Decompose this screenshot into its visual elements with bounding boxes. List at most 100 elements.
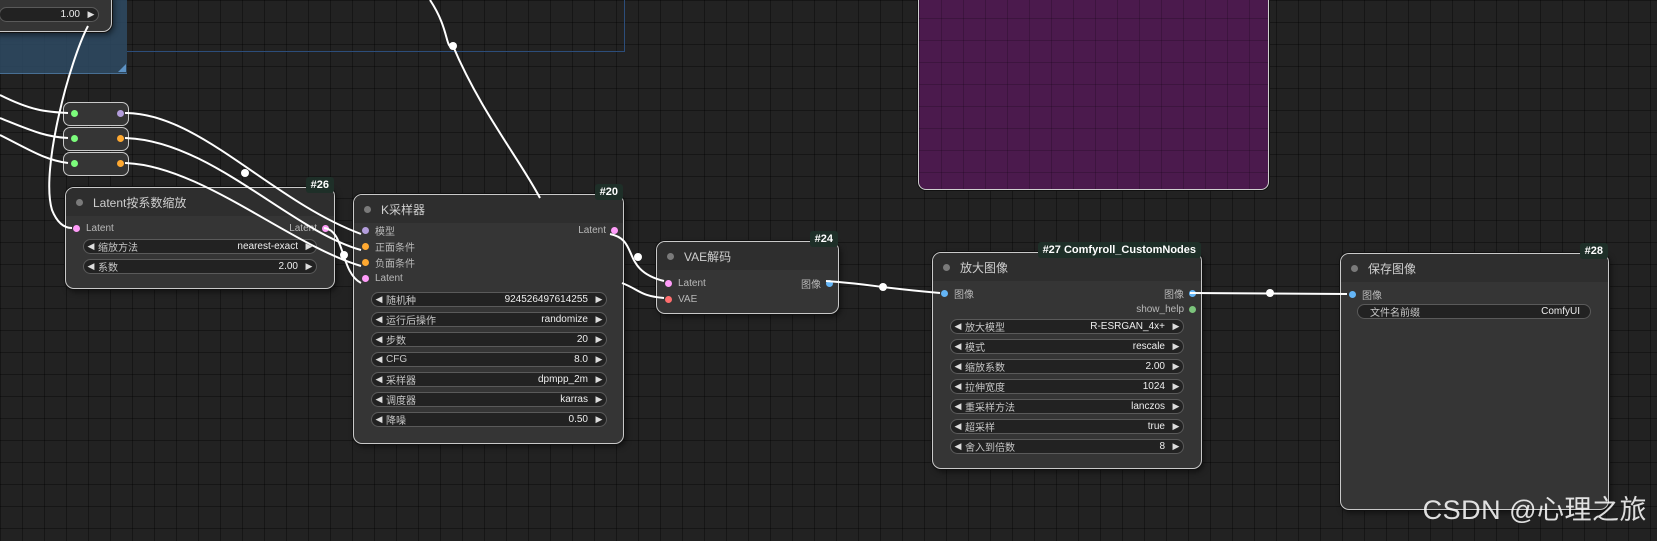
arrow-left-icon[interactable]: ◀ bbox=[951, 341, 965, 352]
widget-3[interactable]: ◀ CFG 8.0 ▶ bbox=[371, 352, 607, 367]
input-positive[interactable]: 正面条件 bbox=[362, 239, 415, 254]
widget-5[interactable]: ◀ 超采样 true ▶ bbox=[950, 419, 1184, 434]
output-latent[interactable]: Latent bbox=[289, 221, 329, 235]
input-vae[interactable]: VAE bbox=[665, 292, 697, 306]
arrow-right-icon[interactable]: ▶ bbox=[1169, 441, 1183, 452]
arrow-left-icon[interactable]: ◀ bbox=[951, 401, 965, 412]
node-title-bar[interactable]: 保存图像 bbox=[1341, 254, 1608, 282]
node-title-bar[interactable]: Latent按系数缩放 bbox=[66, 188, 334, 216]
widget-2[interactable]: ◀ 缩放系数 2.00 ▶ bbox=[950, 359, 1184, 374]
conditioning-pin[interactable] bbox=[362, 258, 369, 266]
widget-6[interactable]: ◀ 舍入到倍数 8 ▶ bbox=[950, 439, 1184, 454]
arrow-right-icon[interactable]: ▶ bbox=[1169, 381, 1183, 392]
widget-1[interactable]: ◀ 模式 rescale ▶ bbox=[950, 339, 1184, 354]
output-image[interactable]: 图像 bbox=[1164, 286, 1196, 301]
widget-scale-by[interactable]: ◀ 系数 2.00 ▶ bbox=[83, 259, 317, 274]
image-pin[interactable] bbox=[1349, 290, 1356, 298]
node-partial-topleft[interactable]: 1.00 ▶ bbox=[0, 0, 112, 32]
arrow-right-icon[interactable]: ▶ bbox=[592, 334, 606, 345]
reroute-input-pin[interactable] bbox=[71, 110, 78, 117]
reroute-output-pin[interactable] bbox=[117, 135, 124, 142]
reroute-node-positive[interactable] bbox=[63, 127, 129, 151]
collapse-dot-icon[interactable] bbox=[76, 198, 83, 206]
input-model[interactable]: 模型 bbox=[362, 223, 395, 238]
arrow-right-icon[interactable]: ▶ bbox=[302, 261, 316, 272]
arrow-right-icon[interactable]: ▶ bbox=[592, 314, 606, 325]
collapse-dot-icon[interactable] bbox=[1351, 264, 1358, 272]
group-purple[interactable] bbox=[918, 0, 1269, 190]
arrow-left-icon[interactable]: ◀ bbox=[951, 321, 965, 332]
arrow-right-icon[interactable]: ▶ bbox=[1169, 361, 1183, 372]
widget-top-value[interactable]: 1.00 ▶ bbox=[0, 7, 99, 22]
widget-5[interactable]: ◀ 调度器 karras ▶ bbox=[371, 392, 607, 407]
output-latent[interactable]: Latent bbox=[578, 223, 618, 237]
arrow-left-icon[interactable]: ◀ bbox=[951, 381, 965, 392]
latent-pin[interactable] bbox=[322, 224, 329, 232]
reroute-output-pin[interactable] bbox=[117, 110, 124, 117]
arrow-right-icon[interactable]: ▶ bbox=[1169, 421, 1183, 432]
image-pin[interactable] bbox=[941, 289, 948, 297]
node-title-bar[interactable]: K采样器 bbox=[354, 195, 623, 223]
input-latent[interactable]: Latent bbox=[73, 221, 114, 235]
arrow-left-icon[interactable]: ◀ bbox=[372, 294, 386, 305]
arrow-right-icon[interactable]: ▶ bbox=[592, 414, 606, 425]
widget-0[interactable]: ◀ 随机种 924526497614255 ▶ bbox=[371, 292, 607, 307]
widget-4[interactable]: ◀ 采样器 dpmpp_2m ▶ bbox=[371, 372, 607, 387]
widget-3[interactable]: ◀ 拉伸宽度 1024 ▶ bbox=[950, 379, 1184, 394]
string-pin[interactable] bbox=[1189, 305, 1196, 313]
arrow-left-icon[interactable]: ◀ bbox=[372, 414, 386, 425]
arrow-left-icon[interactable]: ◀ bbox=[372, 374, 386, 385]
input-latent[interactable]: Latent bbox=[665, 276, 706, 290]
reroute-output-pin[interactable] bbox=[117, 160, 124, 167]
arrow-right-icon[interactable]: ▶ bbox=[592, 294, 606, 305]
node-upscale-image[interactable]: #27 Comfyroll_CustomNodes 放大图像 图像 图像 sho… bbox=[932, 242, 1202, 469]
node-save-image[interactable]: #28 保存图像 图像 文件名前缀 ComfyUI bbox=[1340, 243, 1609, 510]
output-image[interactable]: 图像 bbox=[801, 276, 833, 291]
latent-pin[interactable] bbox=[73, 224, 80, 232]
image-pin[interactable] bbox=[826, 279, 833, 287]
arrow-left-icon[interactable]: ◀ bbox=[951, 361, 965, 372]
reroute-node-model[interactable] bbox=[63, 102, 129, 126]
arrow-right-icon[interactable]: ▶ bbox=[84, 9, 98, 20]
widget-0[interactable]: ◀ 放大模型 R-ESRGAN_4x+ ▶ bbox=[950, 319, 1184, 334]
latent-pin[interactable] bbox=[611, 226, 618, 234]
input-image[interactable]: 图像 bbox=[941, 286, 974, 301]
arrow-left-icon[interactable]: ◀ bbox=[951, 441, 965, 452]
widget-2[interactable]: ◀ 步数 20 ▶ bbox=[371, 332, 607, 347]
collapse-dot-icon[interactable] bbox=[943, 263, 950, 271]
arrow-left-icon[interactable]: ◀ bbox=[372, 334, 386, 345]
conditioning-pin[interactable] bbox=[362, 242, 369, 250]
input-negative[interactable]: 负面条件 bbox=[362, 255, 415, 270]
reroute-node-negative[interactable] bbox=[63, 152, 129, 176]
model-pin[interactable] bbox=[362, 226, 369, 234]
arrow-right-icon[interactable]: ▶ bbox=[592, 354, 606, 365]
arrow-right-icon[interactable]: ▶ bbox=[1169, 401, 1183, 412]
arrow-left-icon[interactable]: ◀ bbox=[84, 241, 98, 252]
arrow-right-icon[interactable]: ▶ bbox=[1169, 341, 1183, 352]
latent-pin[interactable] bbox=[362, 274, 369, 282]
group-resize-handle[interactable] bbox=[118, 64, 126, 72]
arrow-left-icon[interactable]: ◀ bbox=[372, 314, 386, 325]
widget-filename-prefix[interactable]: 文件名前缀 ComfyUI bbox=[1357, 304, 1591, 319]
input-latent[interactable]: Latent bbox=[362, 271, 403, 285]
output-show-help[interactable]: show_help bbox=[1136, 302, 1196, 316]
node-vae-decode[interactable]: #24 VAE解码 Latent VAE 图像 bbox=[656, 231, 839, 314]
arrow-left-icon[interactable]: ◀ bbox=[951, 421, 965, 432]
image-pin[interactable] bbox=[1189, 289, 1196, 297]
node-ksampler[interactable]: #20 K采样器 模型 正面条件 负面条件 Latent Latent ◀ 随机种… bbox=[353, 184, 624, 444]
widget-1[interactable]: ◀ 运行后操作 randomize ▶ bbox=[371, 312, 607, 327]
collapse-dot-icon[interactable] bbox=[364, 205, 371, 213]
widget-6[interactable]: ◀ 降噪 0.50 ▶ bbox=[371, 412, 607, 427]
input-image[interactable]: 图像 bbox=[1349, 287, 1382, 302]
reroute-input-pin[interactable] bbox=[71, 135, 78, 142]
arrow-right-icon[interactable]: ▶ bbox=[1169, 321, 1183, 332]
arrow-right-icon[interactable]: ▶ bbox=[592, 394, 606, 405]
widget-upscale-method[interactable]: ◀ 缩放方法 nearest-exact ▶ bbox=[83, 239, 317, 254]
widget-4[interactable]: ◀ 重采样方法 lanczos ▶ bbox=[950, 399, 1184, 414]
collapse-dot-icon[interactable] bbox=[667, 252, 674, 260]
arrow-right-icon[interactable]: ▶ bbox=[302, 241, 316, 252]
arrow-right-icon[interactable]: ▶ bbox=[592, 374, 606, 385]
vae-pin[interactable] bbox=[665, 295, 672, 303]
arrow-left-icon[interactable]: ◀ bbox=[84, 261, 98, 272]
latent-pin[interactable] bbox=[665, 279, 672, 287]
